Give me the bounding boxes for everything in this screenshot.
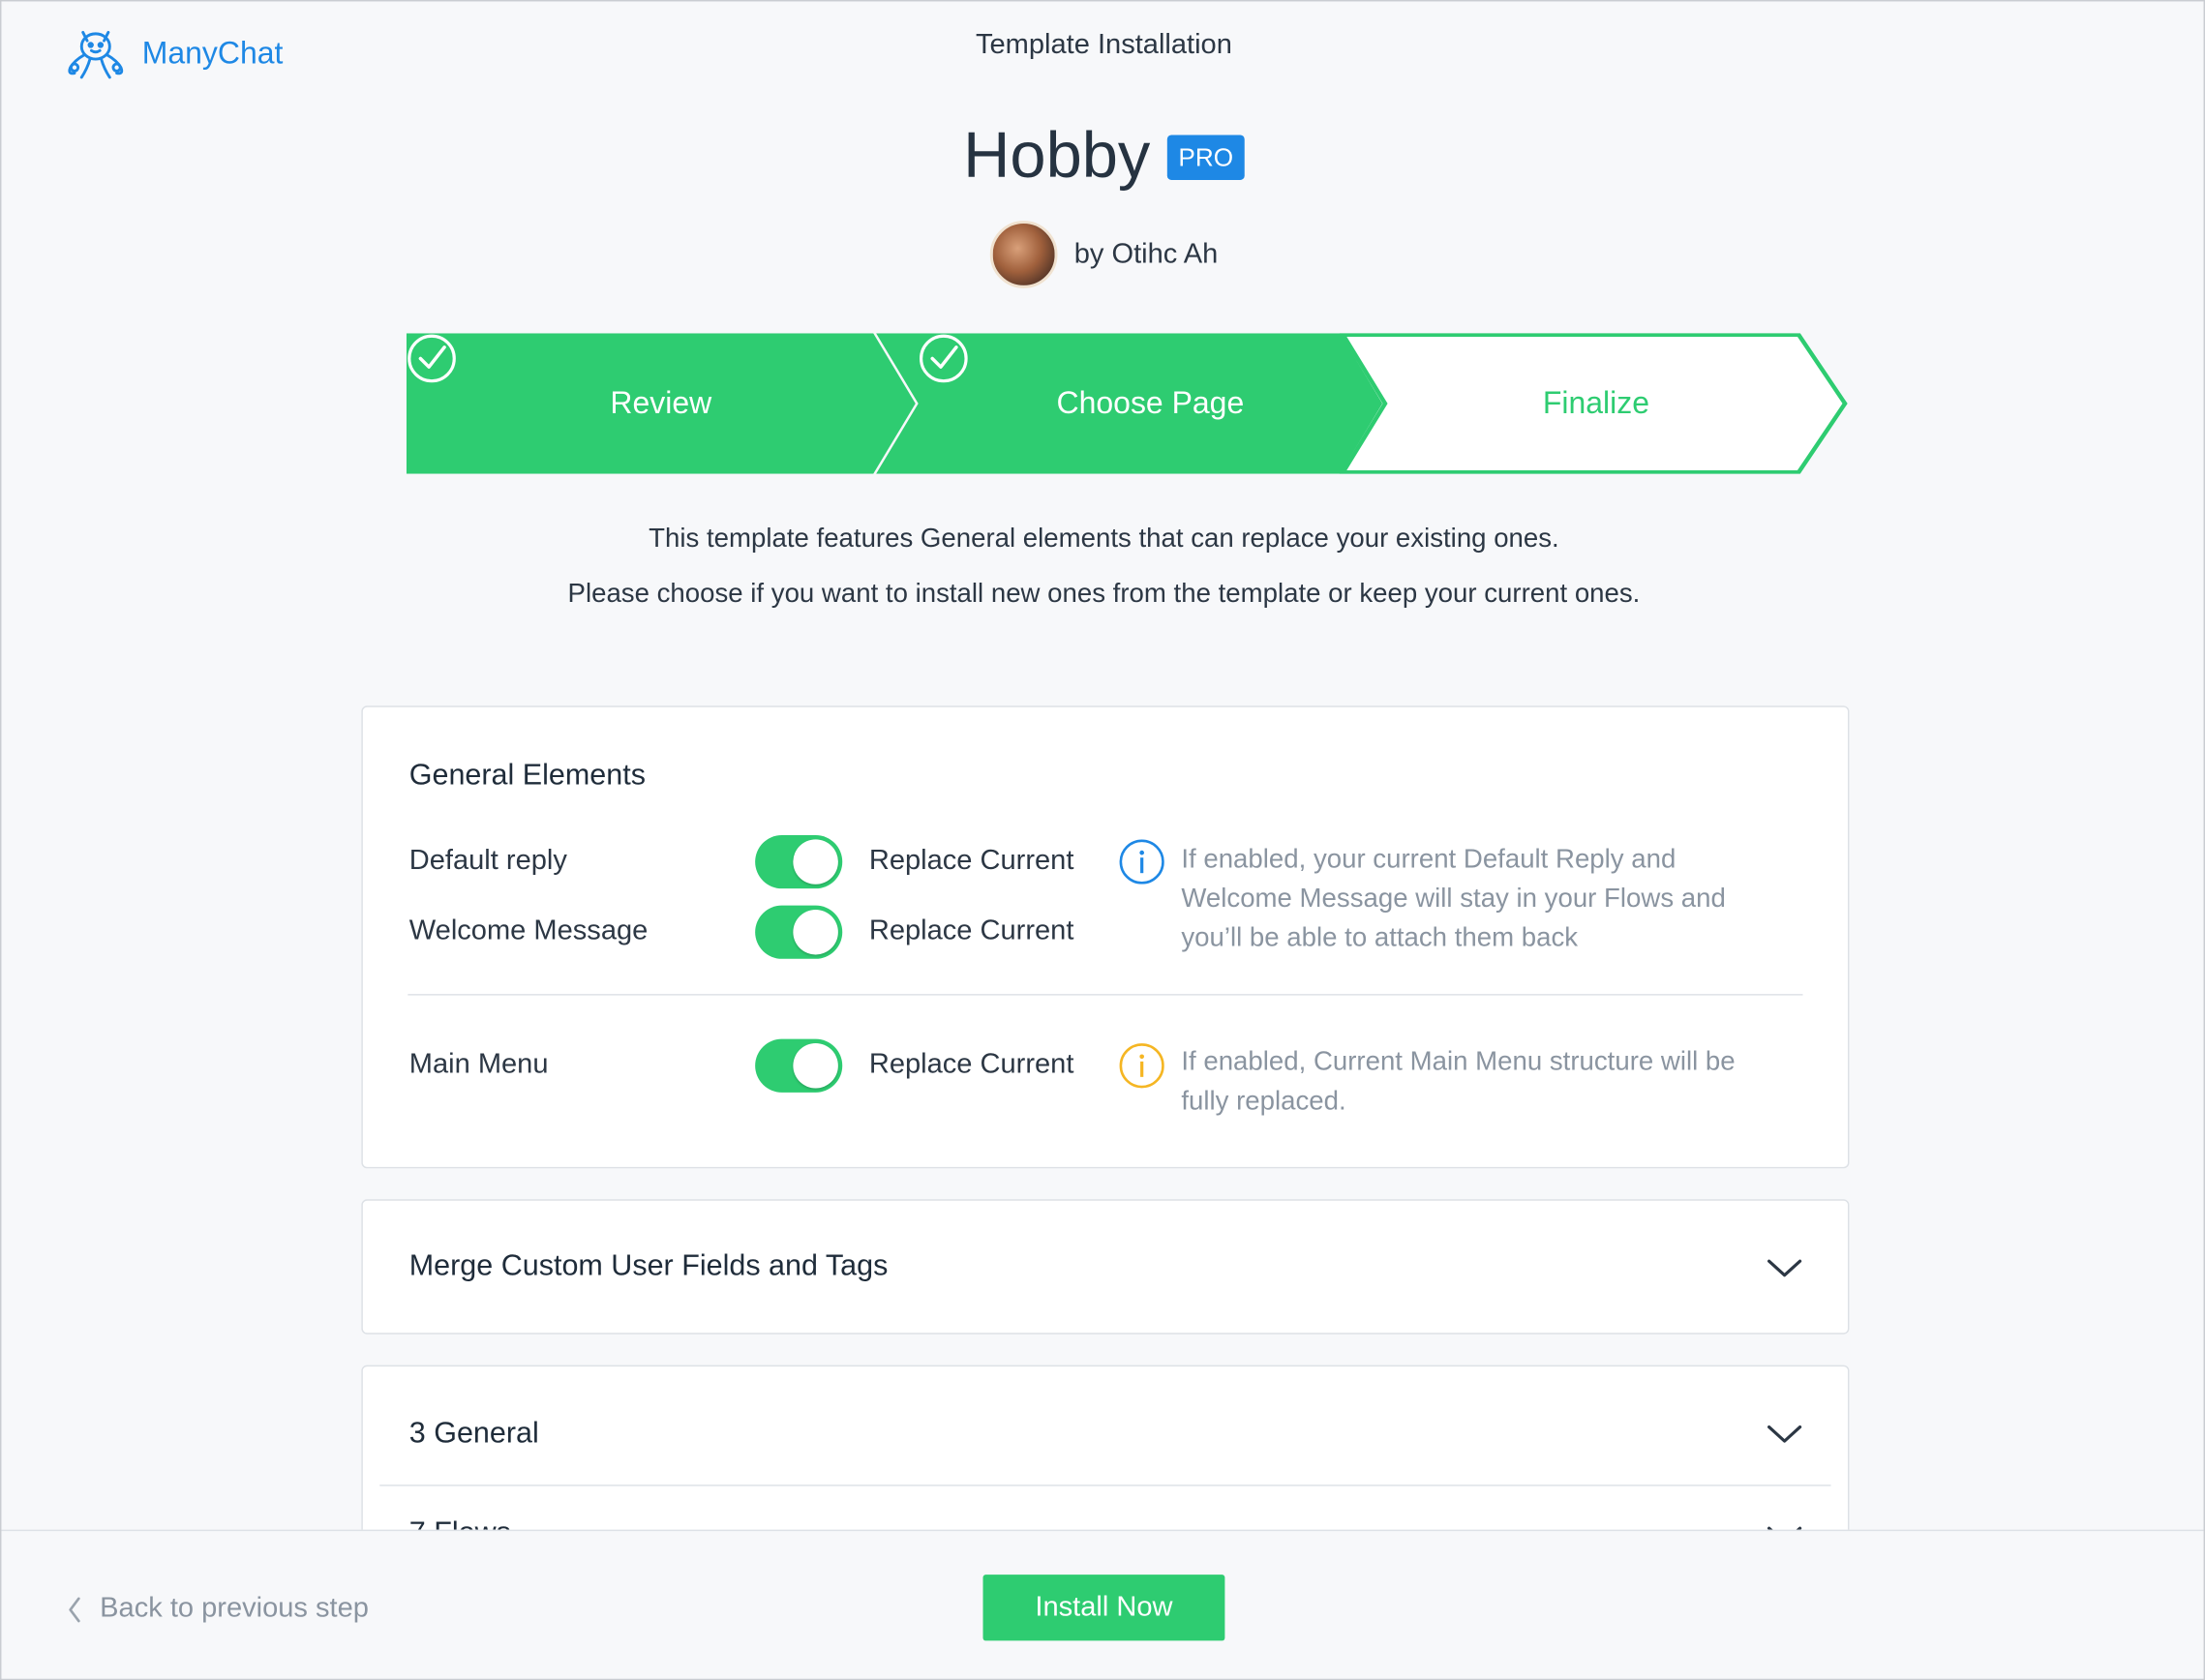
step-label: Choose Page xyxy=(1056,385,1245,421)
default-reply-toggle[interactable] xyxy=(755,834,843,889)
footer-bar: Back to previous step Install Now xyxy=(1,1529,2204,1679)
pro-badge: PRO xyxy=(1166,135,1245,180)
general-section-title: 3 General xyxy=(408,1417,539,1450)
template-title: Hobby PRO xyxy=(1,117,2203,193)
step-label: Finalize xyxy=(1542,385,1649,421)
back-to-previous-step-link[interactable]: Back to previous step xyxy=(66,1593,369,1625)
description-line-1: This template features General elements … xyxy=(649,524,1559,555)
merge-fields-title: Merge Custom User Fields and Tags xyxy=(408,1249,889,1282)
author-avatar xyxy=(989,221,1058,288)
step-label: Review xyxy=(610,385,712,421)
step-choose-page[interactable]: Choose Page xyxy=(919,333,1382,473)
main-menu-label: Main Menu xyxy=(408,1048,549,1080)
back-label: Back to previous step xyxy=(100,1593,369,1624)
description-line-2: Please choose if you want to install new… xyxy=(567,579,1641,610)
template-author: by Otihc Ah xyxy=(1,221,2203,288)
general-section-header[interactable]: 3 General xyxy=(363,1366,1848,1485)
step-review[interactable]: Review xyxy=(407,333,916,473)
check-circle-icon xyxy=(919,334,968,383)
chevron-down-icon[interactable] xyxy=(1767,1423,1803,1445)
info-icon xyxy=(1119,839,1164,885)
main-menu-info-text: If enabled, Current Main Menu structure … xyxy=(1181,1047,1736,1117)
installation-stepper: Review Choose Page Finalize xyxy=(406,333,1850,474)
warning-info-icon xyxy=(1119,1043,1164,1089)
author-name: by Otihc Ah xyxy=(1073,238,1219,270)
section-divider xyxy=(408,994,1803,996)
replace-current-label: Replace Current xyxy=(868,845,1074,877)
general-elements-title: General Elements xyxy=(408,759,646,792)
merge-fields-section[interactable]: Merge Custom User Fields and Tags xyxy=(361,1199,1850,1335)
check-circle-icon xyxy=(408,334,456,383)
chevron-down-icon[interactable] xyxy=(1767,1257,1803,1279)
main-menu-toggle[interactable] xyxy=(755,1038,843,1093)
welcome-message-toggle[interactable] xyxy=(755,905,843,959)
install-now-button[interactable]: Install Now xyxy=(982,1575,1225,1641)
step-finalize[interactable]: Finalize xyxy=(1385,333,1807,473)
header-title: Template Installation xyxy=(975,29,1232,61)
default-reply-label: Default reply xyxy=(408,845,567,877)
general-elements-card: General Elements Default reply Replace C… xyxy=(361,705,1850,1169)
welcome-message-label: Welcome Message xyxy=(408,915,649,946)
template-name: Hobby xyxy=(963,118,1151,192)
replace-current-label: Replace Current xyxy=(868,1048,1074,1080)
replace-current-label: Replace Current xyxy=(868,915,1074,946)
template-installation-window: ManyChat Template Installation Hobby PRO… xyxy=(0,0,2205,1680)
default-reply-info-text: If enabled, your current Default Reply a… xyxy=(1181,845,1726,953)
chevron-left-icon xyxy=(69,1596,80,1622)
